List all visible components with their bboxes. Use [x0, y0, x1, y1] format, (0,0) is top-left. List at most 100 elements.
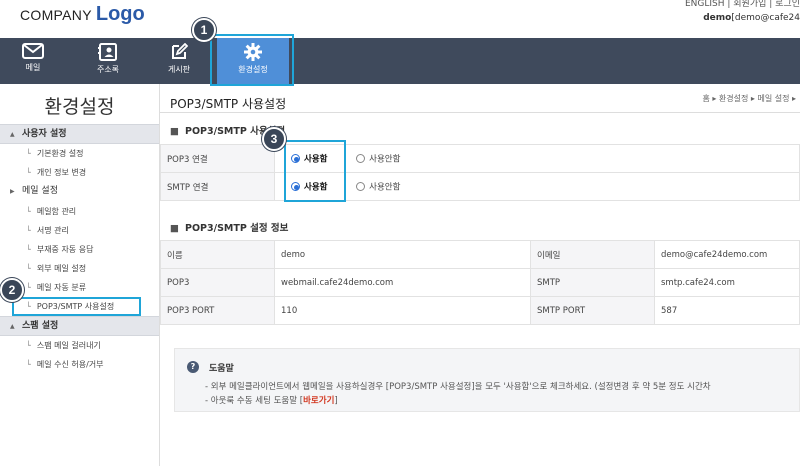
help-box: ? 도움말 - 외부 메일클라이언트에서 웹메일을 사용하실경우 [POP3/S…: [174, 348, 800, 412]
tree-branch-icon: └: [26, 360, 31, 369]
sidebar-item-label: 부재중 자동 응답: [36, 245, 94, 254]
table-row: 이름 demo 이메일 demo@cafe24demo.com: [160, 240, 800, 269]
info-smtp-port-value: 587: [654, 296, 800, 325]
left-sidebar: 환경설정 ▲ 사용자 설정 └ 기본환경 설정 └ 개인 정보 변경 ▶ 메일 설정 └…: [0, 84, 160, 466]
help-line-2-suffix: ]: [334, 396, 338, 406]
tree-branch-icon: └: [26, 302, 31, 311]
address-book-icon: [98, 43, 117, 61]
outlook-guide-link[interactable]: 바로가기: [303, 396, 334, 406]
info-pop3-value: webmail.cafe24demo.com: [274, 268, 531, 297]
info-pop3-port-label: POP3 PORT: [160, 296, 275, 325]
sidebar-item-label: 스팸 메일 걸러내기: [36, 341, 101, 350]
user-name: demo: [703, 13, 732, 23]
smtp-disable-radio[interactable]: 사용안함: [356, 182, 401, 193]
table-row: POP3 webmail.cafe24demo.com SMTP smtp.ca…: [160, 268, 800, 297]
tree-branch-icon: └: [26, 168, 31, 177]
radio-label: 사용안함: [369, 182, 401, 193]
sidebar-item-signature[interactable]: └ 서명 관리: [0, 221, 159, 240]
sidebar-item-basic-settings[interactable]: └ 기본환경 설정: [0, 144, 159, 163]
triangle-right-icon: ▶: [10, 188, 15, 195]
table-row: POP3 PORT 110 SMTP PORT 587: [160, 296, 800, 325]
sidebar-item-spam-filter[interactable]: └ 스팸 메일 걸러내기: [0, 336, 159, 355]
top-links[interactable]: ENGLISH | 회원가입 | 로그인: [685, 0, 800, 9]
edit-icon: [172, 43, 188, 59]
user-info: demo[demo@cafe24: [703, 13, 800, 23]
nav-address-book[interactable]: 주소록: [78, 38, 138, 84]
nav-board[interactable]: 게시판: [150, 38, 208, 84]
info-email-label: 이메일: [530, 240, 655, 269]
nav-board-label: 게시판: [167, 65, 191, 74]
nav-mail[interactable]: 메일: [8, 38, 58, 84]
sidebar-item-allow-deny[interactable]: └ 메일 수신 허용/거부: [0, 355, 159, 374]
highlight-box-radios: [284, 140, 346, 202]
smtp-label: SMTP 연결: [160, 172, 275, 201]
logo-company-text: COMPANY: [20, 7, 92, 23]
top-header: COMPANY Logo ENGLISH | 회원가입 | 로그인 demo[de…: [0, 0, 800, 38]
nav-address-book-label: 주소록: [96, 65, 120, 74]
info-smtp-label: SMTP: [530, 268, 655, 297]
sidebar-item-label: POP3/SMTP 사용설정: [36, 302, 115, 311]
section-title-info: ■ POP3/SMTP 설정 정보: [170, 220, 288, 234]
sidebar-group-label: 메일 설정: [22, 186, 58, 196]
pop3-disable-radio[interactable]: 사용안함: [356, 154, 401, 165]
page-title: POP3/SMTP 사용설정: [170, 97, 287, 111]
highlight-box-settings: [210, 34, 294, 86]
info-pop3-port-value: 110: [274, 296, 531, 325]
tree-branch-icon: └: [26, 245, 31, 254]
radio-label: 사용안함: [369, 154, 401, 165]
title-divider: [160, 112, 800, 113]
info-email-value: demo@cafe24demo.com: [654, 240, 800, 269]
sidebar-group-user-settings[interactable]: ▲ 사용자 설정: [0, 124, 159, 144]
sidebar-item-profile[interactable]: └ 개인 정보 변경: [0, 163, 159, 182]
info-name-value: demo: [274, 240, 531, 269]
bullet-icon: ■: [170, 223, 179, 234]
info-smtp-value: smtp.cafe24.com: [654, 268, 800, 297]
help-line-2-text: - 아웃룩 수동 세팅 도움말 [: [205, 396, 304, 406]
sidebar-item-mailbox[interactable]: └ 메일함 관리: [0, 202, 159, 221]
sidebar-item-label: 개인 정보 변경: [36, 168, 87, 177]
smtp-options: 사용함 사용안함: [274, 172, 800, 201]
sidebar-item-label: 메일함 관리: [36, 207, 77, 216]
radio-unchecked-icon: [356, 154, 366, 163]
bullet-icon: ■: [170, 126, 179, 137]
logo-mark-text: Logo: [95, 3, 145, 25]
sidebar-item-external-mail[interactable]: └ 외부 메일 설정: [0, 259, 159, 278]
pop3-options: 사용함 사용안함: [274, 144, 800, 173]
company-logo[interactable]: COMPANY Logo: [20, 3, 145, 26]
tree-branch-icon: └: [26, 149, 31, 158]
tree-branch-icon: └: [26, 207, 31, 216]
help-line-1: - 외부 메일클라이언트에서 웹메일을 사용하실경우 [POP3/SMTP 사용…: [205, 382, 711, 392]
step-badge-1: 1: [192, 18, 216, 42]
breadcrumb[interactable]: 홈 ▸ 환경설정 ▸ 메일 설정 ▸: [702, 93, 796, 104]
radio-unchecked-icon: [356, 182, 366, 191]
sidebar-item-label: 외부 메일 설정: [36, 264, 87, 273]
info-name-label: 이름: [160, 240, 275, 269]
sidebar-group-spam-settings[interactable]: ▲ 스팸 설정: [0, 316, 159, 336]
triangle-up-icon: ▲: [10, 131, 15, 138]
sidebar-item-pop3-smtp[interactable]: └ POP3/SMTP 사용설정: [12, 297, 141, 316]
main-content: POP3/SMTP 사용설정 홈 ▸ 환경설정 ▸ 메일 설정 ▸ ■ POP3/…: [160, 84, 800, 466]
usage-table: POP3 연결 사용함 사용안함 SMTP 연결 사용함 사용안함: [160, 144, 800, 201]
sidebar-item-label: 메일 자동 분류: [36, 283, 87, 292]
sidebar-title: 환경설정: [44, 96, 115, 118]
tree-branch-icon: └: [26, 226, 31, 235]
sidebar-group-mail-settings[interactable]: ▶ 메일 설정: [0, 182, 159, 202]
question-icon: ?: [187, 361, 199, 373]
info-pop3-label: POP3: [160, 268, 275, 297]
sidebar-group-label: 스팸 설정: [22, 321, 59, 331]
triangle-up-icon: ▲: [10, 323, 15, 330]
sidebar-item-auto-reply[interactable]: └ 부재중 자동 응답: [0, 240, 159, 259]
tree-branch-icon: └: [26, 283, 31, 292]
user-email: [demo@cafe24: [731, 13, 800, 23]
table-row: SMTP 연결 사용함 사용안함: [160, 172, 800, 201]
info-table: 이름 demo 이메일 demo@cafe24demo.com POP3 web…: [160, 240, 800, 325]
tree-branch-icon: └: [26, 341, 31, 350]
sidebar-group-label: 사용자 설정: [22, 129, 67, 139]
section-title-text: POP3/SMTP 설정 정보: [184, 223, 289, 234]
step-badge-2: 2: [0, 278, 24, 302]
nav-mail-label: 메일: [25, 63, 41, 72]
main-nav: 메일 주소록 게시판 환경설정: [0, 38, 800, 84]
table-row: POP3 연결 사용함 사용안함: [160, 144, 800, 173]
help-line-2: - 아웃룩 수동 세팅 도움말 [바로가기]: [205, 394, 338, 406]
help-title: 도움말: [209, 364, 234, 374]
